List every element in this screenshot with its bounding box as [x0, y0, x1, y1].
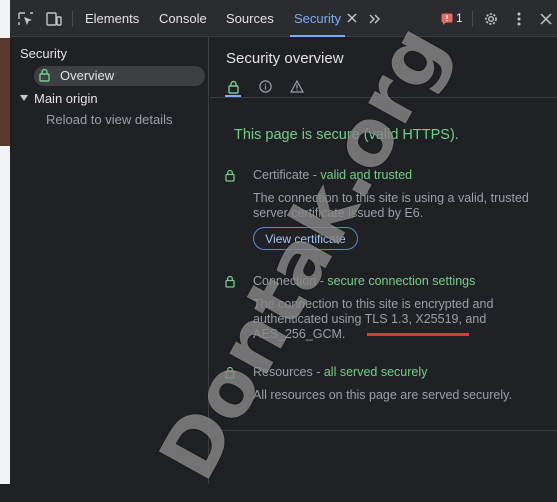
- tab-security[interactable]: Security: [290, 0, 345, 37]
- reload-hint: Reload to view details: [46, 112, 173, 127]
- tab-security-label: Security: [294, 11, 341, 26]
- info-icon[interactable]: [259, 80, 272, 93]
- close-devtools-icon[interactable]: [539, 12, 553, 26]
- highlight-underline: [367, 333, 469, 336]
- issues-count[interactable]: 1: [456, 0, 463, 37]
- page-edge: [0, 0, 10, 484]
- certificate-lock-icon: [225, 169, 235, 182]
- toolbar-divider: [72, 11, 73, 27]
- connection-status: secure connection settings: [327, 274, 476, 288]
- settings-gear-icon[interactable]: [483, 11, 499, 27]
- issues-icon[interactable]: [441, 13, 453, 25]
- tab-sources[interactable]: Sources: [226, 0, 274, 37]
- page-title: Security overview: [226, 50, 344, 67]
- devtools-toolbar: Elements Console Sources Security 1: [10, 0, 557, 37]
- inspect-element-icon[interactable]: [18, 12, 34, 26]
- sidebar-section-title: Security: [20, 46, 67, 61]
- sidebar-item-main-origin[interactable]: Main origin: [34, 91, 98, 106]
- device-toolbar-icon[interactable]: [46, 12, 62, 26]
- resources-description: All resources on this page are served se…: [253, 388, 512, 402]
- resources-status: all served securely: [323, 365, 428, 379]
- close-tab-icon[interactable]: [346, 12, 358, 24]
- toolbar-divider: [472, 11, 473, 27]
- page-image-edge: [0, 38, 10, 146]
- secure-lock-tab-icon[interactable]: [228, 80, 239, 94]
- sidebar-item-overview-label: Overview: [60, 68, 115, 83]
- content-end-divider: [210, 430, 557, 431]
- tab-console[interactable]: Console: [159, 0, 207, 37]
- tab-elements[interactable]: Elements: [85, 0, 139, 37]
- warning-icon[interactable]: [290, 80, 304, 93]
- more-options-kebab-icon[interactable]: [515, 11, 523, 27]
- lock-icon: [39, 68, 50, 82]
- expand-triangle-icon[interactable]: [20, 94, 28, 102]
- resources-separator: -: [312, 365, 324, 379]
